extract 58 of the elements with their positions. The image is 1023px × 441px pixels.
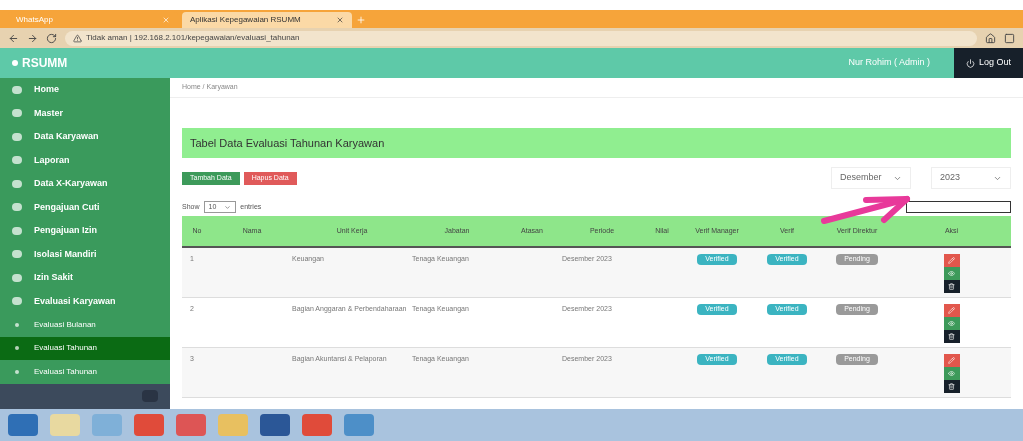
edit-button[interactable] bbox=[943, 304, 960, 317]
sidebar-item[interactable]: Home bbox=[0, 78, 170, 102]
sidebar-item[interactable]: Izin Sakit bbox=[0, 266, 170, 290]
search-field[interactable] bbox=[906, 201, 1011, 213]
menu-icon bbox=[12, 132, 22, 141]
caret-icon bbox=[224, 203, 232, 211]
url-text: Tidak aman | 192.168.2.101/kepegawaian/evaluasi_tahunan bbox=[86, 32, 300, 44]
pencil-icon bbox=[948, 357, 955, 364]
eye-icon bbox=[948, 270, 955, 277]
sidebar-item[interactable]: Pengajuan Cuti bbox=[0, 195, 170, 219]
back-icon[interactable] bbox=[8, 32, 19, 44]
pencil-icon bbox=[948, 307, 955, 314]
sidebar-item[interactable]: Data X-Karyawan bbox=[0, 172, 170, 196]
delete-button[interactable] bbox=[943, 330, 960, 343]
sidebar-item[interactable]: Evaluasi Tahunan bbox=[0, 360, 170, 384]
address-bar[interactable]: Tidak aman | 192.168.2.101/kepegawaian/evaluasi_tahunan bbox=[65, 30, 977, 46]
bullet-icon bbox=[15, 369, 19, 374]
menu-icon bbox=[12, 226, 22, 235]
sidebar-item[interactable]: Evaluasi Karyawan bbox=[0, 289, 170, 313]
forward-icon[interactable] bbox=[27, 32, 38, 44]
menu-icon bbox=[12, 273, 22, 282]
pencil-icon bbox=[948, 257, 955, 264]
edit-button[interactable] bbox=[943, 254, 960, 267]
sidebar-item[interactable]: Evaluasi Bulanan bbox=[0, 313, 170, 337]
trash-icon bbox=[948, 283, 955, 290]
bullet-icon bbox=[15, 346, 19, 351]
menu-icon bbox=[12, 156, 22, 165]
menu-icon bbox=[12, 250, 22, 259]
filter-select[interactable]: 2023 bbox=[931, 167, 1011, 189]
browser-tab[interactable]: Aplikasi Kepegawaian RSUMM bbox=[182, 12, 352, 28]
sidebar-item[interactable]: Pengajuan Izin bbox=[0, 219, 170, 243]
sidebar-item[interactable]: Data Karyawan bbox=[0, 125, 170, 149]
delete-button[interactable] bbox=[943, 380, 960, 393]
menu-icon bbox=[12, 203, 22, 212]
sidebar-item[interactable]: Laporan bbox=[0, 148, 170, 172]
menu-icon bbox=[12, 297, 22, 306]
sidebar-item[interactable]: Isolasi Mandiri bbox=[0, 242, 170, 266]
edit-button[interactable] bbox=[943, 354, 960, 367]
warning-icon bbox=[73, 33, 82, 43]
bullet-icon bbox=[15, 322, 19, 327]
sidebar-item[interactable]: Evaluasi Tahunan bbox=[0, 336, 170, 360]
eye-icon bbox=[948, 370, 955, 377]
menu-icon bbox=[12, 109, 22, 118]
logout-button[interactable]: Log Out bbox=[953, 48, 1023, 78]
menu-icon bbox=[12, 179, 22, 188]
sidebar-item[interactable]: Master bbox=[0, 101, 170, 125]
power-icon bbox=[965, 58, 975, 68]
trash-icon bbox=[948, 333, 955, 340]
reload-icon[interactable] bbox=[46, 32, 57, 44]
window-icon[interactable] bbox=[1004, 32, 1015, 44]
delete-button[interactable] bbox=[943, 280, 960, 293]
eye-icon bbox=[948, 320, 955, 327]
menu-icon bbox=[12, 85, 22, 94]
panel-title: Tabel Data Evaluasi Tahunan Karyawan bbox=[190, 135, 385, 151]
trash-icon bbox=[948, 383, 955, 390]
home-icon[interactable] bbox=[985, 32, 996, 44]
filter-select[interactable]: Desember bbox=[831, 167, 911, 189]
close-icon[interactable] bbox=[336, 16, 344, 24]
